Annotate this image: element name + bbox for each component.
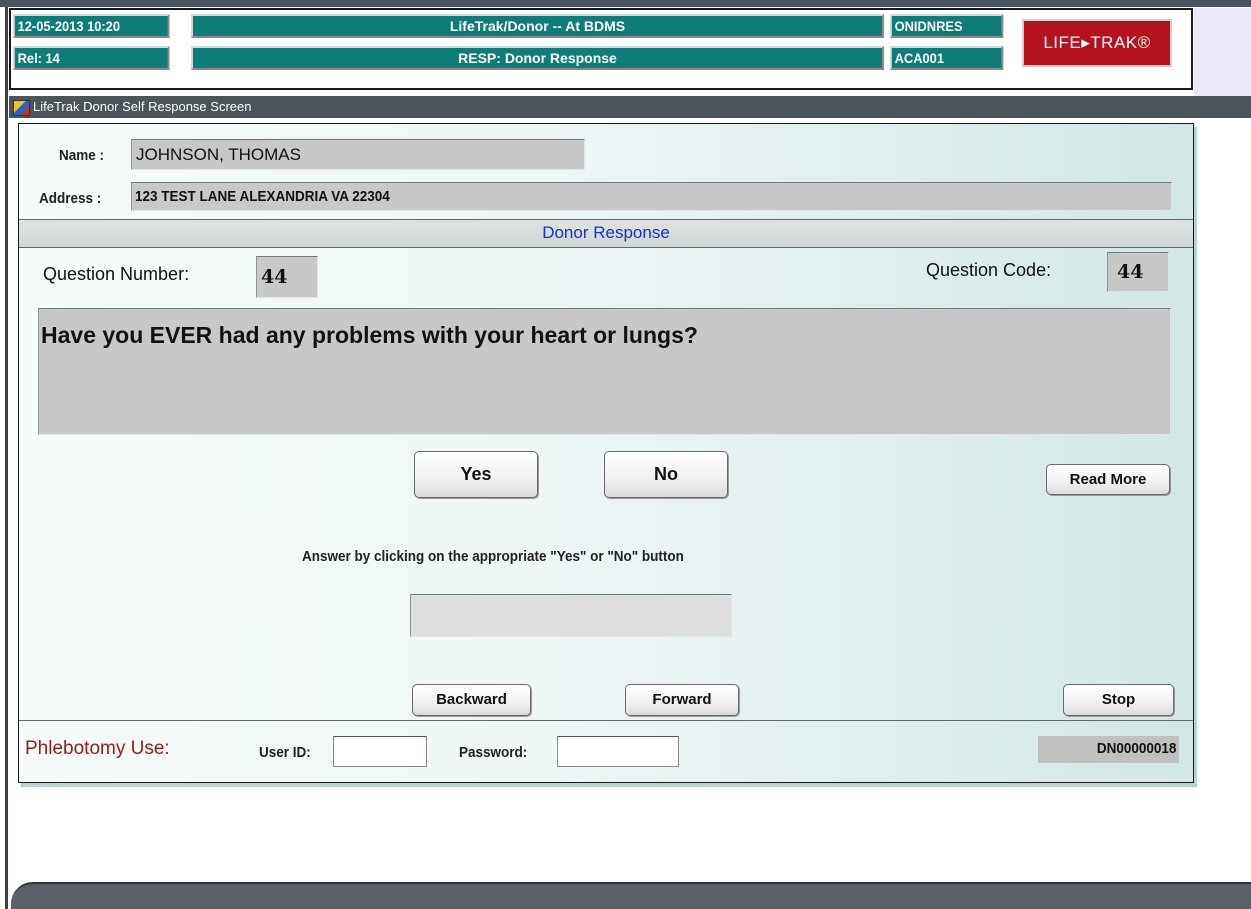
phlebotomy-label: Phlebotomy Use: — [25, 738, 170, 759]
stop-button[interactable]: Stop — [1063, 684, 1174, 716]
lifetrak-app-icon — [13, 100, 30, 116]
question-number-label: Question Number: — [43, 264, 190, 284]
header-module-code: ONIDNRES — [890, 14, 1004, 38]
question-code-label: Question Code: — [926, 260, 1052, 280]
window-frame-top — [0, 0, 1251, 7]
user-id-input[interactable] — [333, 736, 427, 767]
status-bar — [11, 882, 1251, 909]
header-datetime: 12-05-2013 10:20 — [13, 14, 170, 38]
read-more-button[interactable]: Read More — [1046, 464, 1170, 495]
record-id-value: DN00000018 — [1096, 740, 1176, 757]
user-id-label: User ID: — [259, 744, 311, 761]
donor-address-value: 123 TEST LANE ALEXANDRIA VA 22304 — [135, 188, 390, 205]
lifetrak-logo: LIFE▸TRAK® — [1022, 19, 1172, 67]
window-frame-left — [0, 7, 8, 909]
answer-display-field — [410, 594, 732, 637]
yes-button[interactable]: Yes — [414, 451, 538, 498]
donor-response-form: Name : JOHNSON, THOMAS Address : 123 TES… — [18, 123, 1194, 783]
no-button[interactable]: No — [604, 451, 728, 498]
name-label: Name : — [59, 147, 105, 164]
question-text-box: Have you EVER had any problems with your… — [38, 308, 1171, 435]
password-label: Password: — [459, 744, 528, 761]
section-header: Donor Response — [19, 219, 1193, 248]
donor-address-field: 123 TEST LANE ALEXANDRIA VA 22304 — [131, 182, 1172, 211]
password-input[interactable] — [557, 736, 679, 767]
backward-button[interactable]: Backward — [412, 684, 531, 716]
record-id-field: DN00000018 — [1038, 736, 1179, 763]
header-user-code: ACA001 — [890, 46, 1004, 70]
phlebotomy-divider — [19, 720, 1193, 721]
answer-instructions: Answer by clicking on the appropriate "Y… — [302, 548, 684, 565]
address-label: Address : — [39, 190, 102, 207]
donor-name-field: JOHNSON, THOMAS — [131, 139, 585, 170]
header-app-title: LifeTrak/Donor -- At BDMS — [191, 14, 884, 38]
window-title: LifeTrak Donor Self Response Screen — [33, 99, 252, 114]
question-number-field: 44 — [256, 256, 318, 298]
window-titlebar: LifeTrak Donor Self Response Screen — [9, 96, 1251, 118]
forward-button[interactable]: Forward — [625, 684, 739, 716]
question-code-field: 44 — [1107, 252, 1169, 292]
header-release: Rel: 14 — [13, 46, 170, 70]
header-screen-title: RESP: Donor Response — [191, 46, 884, 70]
app-header: 12-05-2013 10:20 Rel: 14 LifeTrak/Donor … — [9, 8, 1193, 90]
